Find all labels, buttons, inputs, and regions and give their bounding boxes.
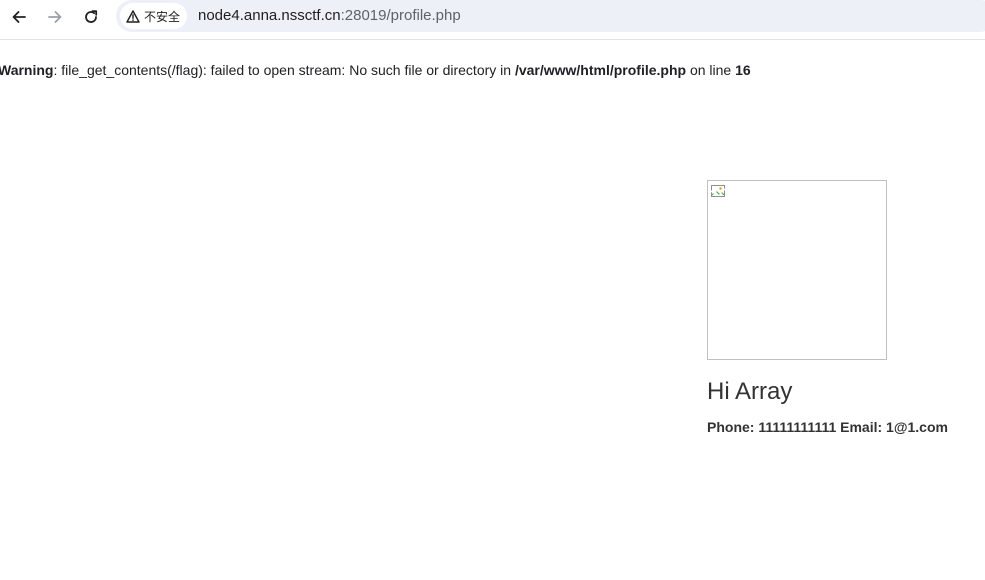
browser-toolbar: 不安全 node4.anna.nssctf.cn:28019/profile.p… <box>0 0 985 40</box>
back-button[interactable] <box>4 4 34 30</box>
warning-line-text: on line <box>686 62 736 78</box>
arrow-right-icon <box>48 11 62 23</box>
url-host: node4.anna.nssctf.cn <box>198 7 341 24</box>
security-label: 不安全 <box>144 9 181 24</box>
profile-contact-info: Phone: 11111111111 Email: 1@1.com <box>707 419 948 435</box>
reload-button[interactable] <box>76 4 106 30</box>
profile-greeting: Hi Array <box>707 378 793 405</box>
reload-icon <box>85 10 98 23</box>
forward-button[interactable] <box>40 4 70 30</box>
broken-image-icon <box>710 185 726 197</box>
php-warning-message: Warning: file_get_contents(/flag): faile… <box>0 62 751 78</box>
warning-label: Warning <box>0 62 54 78</box>
warning-line-number: 16 <box>735 62 751 78</box>
warning-triangle-icon <box>126 9 140 23</box>
arrow-left-icon <box>12 11 26 23</box>
warning-file-path: /var/www/html/profile.php <box>514 62 687 78</box>
avatar-image <box>707 180 887 360</box>
warning-text: : file_get_contents(/flag): failed to op… <box>53 62 515 78</box>
url-path: :28019/profile.php <box>340 7 461 24</box>
address-bar[interactable]: 不安全 node4.anna.nssctf.cn:28019/profile.p… <box>116 0 985 32</box>
url-text[interactable]: node4.anna.nssctf.cn:28019/profile.php <box>198 7 461 24</box>
security-indicator[interactable]: 不安全 <box>120 3 188 29</box>
